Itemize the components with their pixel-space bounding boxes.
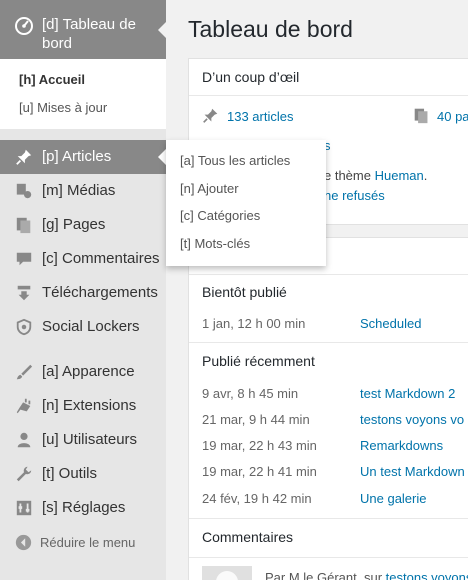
menu-item-social-lockers[interactable]: Social Lockers (0, 310, 166, 344)
flyout-arrow (158, 149, 166, 165)
menu-item-settings-label: [s] Réglages (42, 499, 126, 516)
download-icon (15, 284, 33, 302)
menu-item-media-label: [m] Médias (42, 182, 116, 199)
page-title: Tableau de bord (188, 16, 353, 42)
menu-item-dashboard-label: [d] Tableau de bord (42, 16, 136, 52)
menu-item-articles-label: [p] Articles (42, 148, 112, 165)
comment-icon (15, 250, 33, 268)
post-title-link[interactable]: Remarkdowns (360, 438, 443, 453)
menu-item-appearance-label: [a] Apparence (42, 363, 135, 380)
menu-item-downloads[interactable]: Téléchargements (0, 276, 166, 310)
menu-item-social-lockers-label: Social Lockers (42, 318, 140, 335)
shield-icon (15, 318, 33, 336)
theme-link[interactable]: Hueman (375, 168, 424, 183)
menu-item-extensions-label: [n] Extensions (42, 397, 137, 414)
post-date: 9 avr, 8 h 45 min (202, 386, 299, 401)
theme-text: e thème Hueman. (324, 168, 427, 183)
menu-item-pages-label: [g] Pages (42, 216, 106, 233)
flyout-item-all-articles[interactable]: [a] Tous les articles (180, 153, 290, 168)
plugin-icon (15, 397, 33, 415)
avatar (202, 566, 252, 580)
admin-sidebar: [d] Tableau de bord [h] Accueil [u] Mise… (0, 0, 166, 580)
scheduled-heading: Bientôt publié (202, 284, 287, 300)
collapse-icon (15, 534, 32, 551)
divider (189, 342, 468, 343)
menu-item-settings[interactable]: [s] Réglages (0, 491, 166, 525)
current-menu-arrow (158, 22, 166, 38)
menu-item-extensions[interactable]: [n] Extensions (0, 389, 166, 423)
at-a-glance-title[interactable]: D’un coup d’œil (202, 69, 299, 85)
articles-count-link[interactable]: 133 articles (227, 109, 293, 124)
post-date: 21 mar, 9 h 44 min (202, 412, 310, 427)
pages-count-link[interactable]: 40 pa (437, 109, 468, 124)
menu-item-tools[interactable]: [t] Outils (0, 457, 166, 491)
user-icon (15, 431, 33, 449)
post-date: 19 mar, 22 h 43 min (202, 438, 317, 453)
comment-author: Par M le Gérant, sur (265, 570, 386, 580)
divider (189, 95, 468, 96)
settings-icon (15, 499, 33, 517)
post-date: 19 mar, 22 h 41 min (202, 464, 317, 479)
pages-icon (413, 107, 430, 124)
wrench-icon (15, 465, 33, 483)
menu-item-users-label: [u] Utilisateurs (42, 431, 138, 448)
submenu-item-updates[interactable]: [u] Mises à jour (19, 100, 107, 115)
theme-prefix: e thème (324, 168, 375, 183)
flyout-item-add-new[interactable]: [n] Ajouter (180, 181, 239, 196)
menu-item-dashboard[interactable]: [d] Tableau de bord (0, 0, 166, 59)
pushpin-icon (15, 148, 33, 166)
main-content: Tableau de bord D’un coup d’œil 133 arti… (166, 0, 468, 580)
menu-item-articles[interactable]: [p] Articles (0, 140, 166, 174)
menu-item-tools-label: [t] Outils (42, 465, 98, 482)
menu-item-appearance[interactable]: [a] Apparence (0, 355, 166, 389)
menu-item-pages[interactable]: [g] Pages (0, 208, 166, 242)
menu-item-downloads-label: Téléchargements (42, 284, 158, 301)
divider (189, 557, 468, 558)
pages-icon (15, 216, 33, 234)
menu-item-media[interactable]: [m] Médias (0, 174, 166, 208)
activity-widget: Bientôt publié 1 jan, 12 h 00 min Schedu… (188, 237, 468, 580)
post-title-link[interactable]: test Markdown 2 (360, 386, 455, 401)
media-icon (15, 182, 33, 200)
post-title-link[interactable]: Une galerie (360, 491, 427, 506)
post-title-link[interactable]: Un test Markdown (360, 464, 465, 479)
post-title-link[interactable]: testons voyons vo (360, 412, 464, 427)
dashboard-icon (14, 16, 34, 36)
menu-item-users[interactable]: [u] Utilisateurs (0, 423, 166, 457)
divider (189, 274, 468, 275)
refused-comments-link[interactable]: ne refusés (324, 188, 385, 203)
submenu-item-home[interactable]: [h] Accueil (19, 72, 85, 87)
pushpin-icon (202, 107, 219, 124)
comment-post-link[interactable]: testons voyons (386, 570, 468, 580)
dashboard-submenu: [h] Accueil [u] Mises à jour (0, 59, 166, 129)
collapse-menu-label: Réduire le menu (40, 535, 136, 550)
flyout-item-categories[interactable]: [c] Catégories (180, 208, 260, 223)
menu-item-comments-label: [c] Commentaires (42, 250, 160, 267)
articles-flyout-menu: [a] Tous les articles [n] Ajouter [c] Ca… (166, 140, 326, 266)
theme-suffix: . (423, 168, 428, 183)
comment-meta: Par M le Gérant, sur testons voyons (265, 570, 468, 580)
recent-heading: Publié récemment (202, 353, 315, 369)
menu-item-comments[interactable]: [c] Commentaires (0, 242, 166, 276)
comments-heading: Commentaires (202, 529, 294, 545)
post-date: 24 fév, 19 h 42 min (202, 491, 312, 506)
collapse-menu-button[interactable]: Réduire le menu (0, 526, 166, 560)
flyout-item-tags[interactable]: [t] Mots-clés (180, 236, 250, 251)
divider (189, 518, 468, 519)
post-title-link[interactable]: Scheduled (360, 316, 421, 331)
brush-icon (15, 363, 33, 381)
post-date: 1 jan, 12 h 00 min (202, 316, 306, 331)
